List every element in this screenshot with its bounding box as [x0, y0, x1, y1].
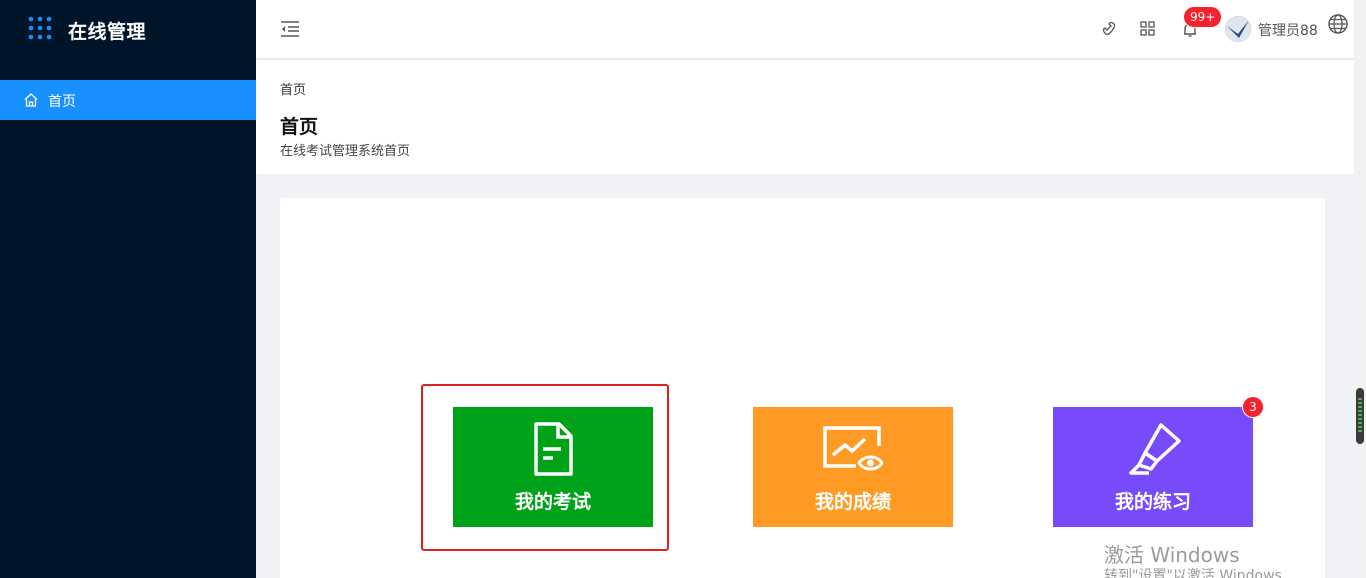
page-header: 首页 首页 在线考试管理系统首页: [256, 60, 1354, 174]
tile-label: 我的考试: [514, 491, 591, 513]
tile-label: 我的练习: [1114, 491, 1191, 513]
user-name[interactable]: 管理员88: [1258, 20, 1318, 40]
watermark-line1: 激活 Windows: [1104, 543, 1240, 567]
sidebar-item-home[interactable]: 首页: [0, 80, 256, 120]
page-description: 在线考试管理系统首页: [280, 144, 411, 159]
chart-eye-icon: [823, 426, 883, 471]
tile-my-score[interactable]: 我的成绩: [753, 407, 953, 527]
avatar[interactable]: [1225, 16, 1251, 42]
sidebar-item-label: 首页: [48, 94, 76, 110]
globe-icon[interactable]: [1327, 13, 1349, 35]
menu-fold-icon[interactable]: [280, 19, 300, 39]
app-logo[interactable]: 在线管理: [0, 0, 256, 58]
breadcrumb[interactable]: 首页: [280, 79, 306, 98]
avatar-bird-icon: [1225, 16, 1251, 42]
app-title: 在线管理: [68, 21, 147, 43]
home-icon: [24, 93, 38, 107]
top-header: 99+ 管理员88: [256, 0, 1354, 58]
sidebar: 在线管理 首页: [0, 0, 256, 578]
tile-label: 我的成绩: [814, 491, 891, 513]
tile-my-exam[interactable]: 我的考试: [453, 407, 653, 527]
tile-my-practice[interactable]: 我的练习: [1053, 407, 1253, 527]
page-scrollbar[interactable]: [1354, 0, 1366, 578]
apps-icon[interactable]: [1138, 19, 1158, 39]
practice-badge: 3: [1243, 397, 1263, 417]
grid-logo-icon: [28, 16, 52, 40]
file-text-icon: [534, 422, 573, 476]
page-title: 首页: [280, 116, 319, 138]
watermark-line2: 转到"设置"以激活 Windows: [1104, 568, 1282, 578]
notification-badge: 99+: [1184, 7, 1222, 27]
phone-icon[interactable]: [1100, 19, 1120, 39]
scrollbar-thumb[interactable]: [1356, 388, 1364, 444]
highlighter-icon: [1129, 423, 1181, 475]
